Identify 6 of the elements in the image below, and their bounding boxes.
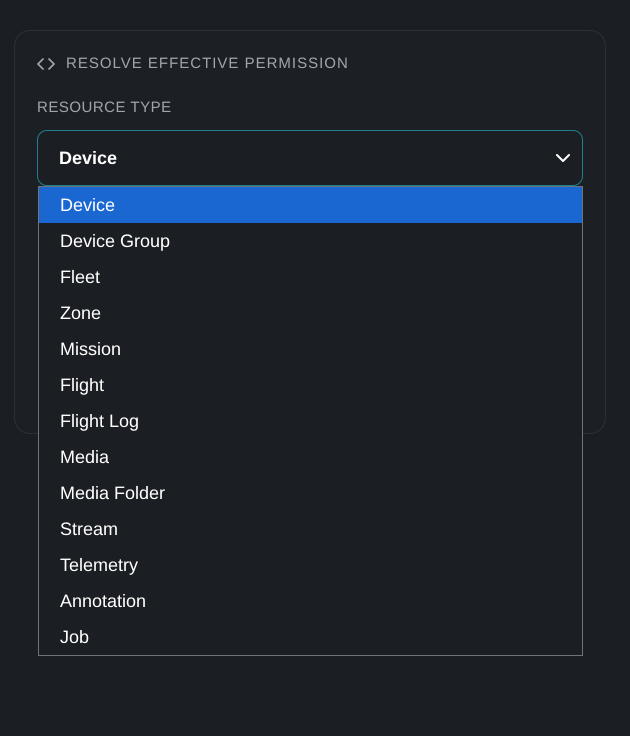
code-icon — [37, 58, 55, 70]
card-title: RESOLVE EFFECTIVE PERMISSION — [66, 54, 349, 74]
dropdown-option[interactable]: Device — [39, 187, 582, 223]
resource-type-select[interactable]: Device — [37, 130, 583, 186]
field-label: RESOURCE TYPE — [37, 98, 172, 118]
chevron-down-icon — [556, 154, 570, 162]
